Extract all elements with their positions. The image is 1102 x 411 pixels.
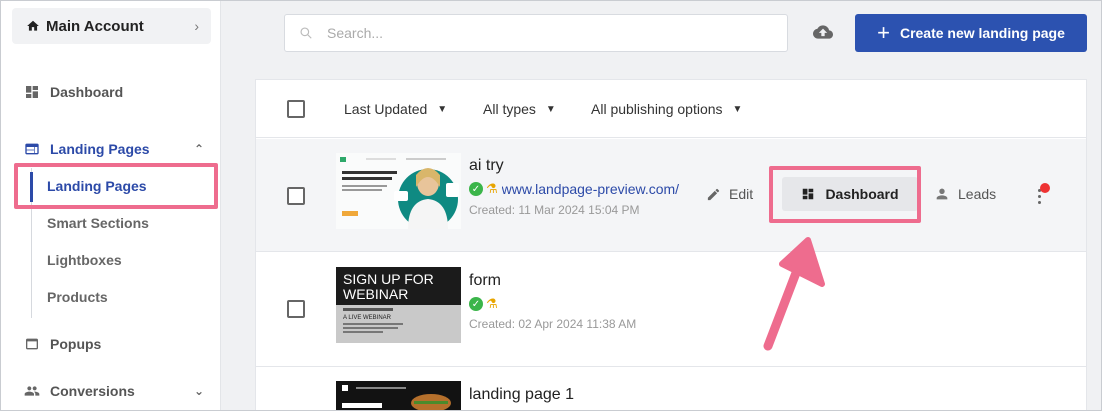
thumbnail-text-line1: SIGN UP FOR — [343, 271, 434, 287]
edit-button[interactable]: Edit — [706, 186, 753, 202]
sidebar-item-conversions[interactable]: Conversions ⌄ — [24, 383, 204, 399]
caret-down-icon: ▼ — [545, 103, 556, 115]
publishing-filter-dropdown[interactable]: All publishing options ▼ — [591, 101, 742, 117]
sidebar-item-popups[interactable]: Popups — [24, 336, 101, 352]
thumbnail-text-line2: WEBINAR — [343, 286, 408, 302]
search-icon — [300, 27, 312, 39]
create-landing-page-button[interactable]: + Create new landing page — [855, 14, 1087, 52]
account-label: Main Account — [46, 17, 144, 35]
sort-dropdown[interactable]: Last Updated ▼ — [344, 101, 447, 117]
sidebar-item-label: Landing Pages — [50, 141, 150, 157]
table-row[interactable]: SIGN UP FOR WEBINAR A LIVE WEBINAR form … — [256, 252, 1086, 367]
edit-label: Edit — [729, 186, 754, 202]
pointer-arrow-icon — [763, 237, 825, 351]
flask-icon: ⚗ — [486, 296, 498, 311]
account-switcher[interactable]: Main Account › — [12, 8, 211, 44]
published-check-icon: ✓ — [469, 182, 483, 196]
caret-down-icon: ▼ — [732, 103, 743, 115]
sidebar-item-landing-pages[interactable]: Landing Pages ⌃ — [24, 141, 204, 157]
sidebar-subitem-products[interactable]: Products — [47, 289, 108, 305]
sidebar-subitem-lightboxes[interactable]: Lightboxes — [47, 252, 122, 268]
type-filter-dropdown[interactable]: All types ▼ — [483, 101, 556, 117]
leads-label: Leads — [958, 186, 997, 202]
landing-pages-list: Last Updated ▼ All types ▼ All publishin… — [255, 79, 1087, 411]
page-title[interactable]: ai try — [469, 157, 504, 175]
row-checkbox[interactable] — [287, 187, 305, 205]
table-row[interactable]: ai try ✓ ⚗ www.landpage-preview.com/ Cre… — [256, 139, 1086, 252]
page-title[interactable]: landing page 1 — [469, 386, 574, 404]
page-thumbnail[interactable]: SIGN UP FOR WEBINAR A LIVE WEBINAR — [336, 267, 461, 343]
thumbnail-image — [336, 153, 461, 229]
created-date: Created: 02 Apr 2024 11:38 AM — [469, 317, 637, 331]
list-toolbar: Last Updated ▼ All types ▼ All publishin… — [256, 80, 1086, 138]
home-icon — [27, 20, 39, 31]
popup-icon — [26, 338, 38, 350]
page-url-link[interactable]: www.landpage-preview.com/ — [502, 181, 692, 197]
search-box[interactable] — [284, 14, 788, 52]
flask-icon: ⚗ — [486, 181, 498, 196]
sidebar-item-label: Dashboard — [50, 84, 124, 100]
publishing-filter-label: All publishing options — [591, 101, 723, 117]
type-filter-label: All types — [483, 101, 536, 117]
chevron-down-icon: ⌄ — [193, 384, 204, 398]
page-title[interactable]: form — [469, 272, 501, 290]
thumbnail-image: SIGN UP FOR WEBINAR A LIVE WEBINAR — [336, 267, 461, 343]
people-icon — [24, 386, 40, 396]
pencil-icon — [707, 188, 720, 200]
table-row[interactable]: landing page 1 — [256, 367, 1086, 411]
published-check-icon: ✓ — [469, 297, 483, 311]
sidebar-subitem-smart-sections[interactable]: Smart Sections — [47, 215, 149, 231]
chevron-up-icon: ⌃ — [193, 142, 204, 156]
notification-dot — [1040, 183, 1050, 193]
thumbnail-text-line3: A LIVE WEBINAR — [343, 315, 392, 321]
page-thumbnail[interactable] — [336, 381, 461, 411]
web-icon — [25, 143, 39, 155]
sort-label: Last Updated — [344, 101, 428, 117]
thumbnail-image — [336, 381, 461, 411]
chevron-right-icon: › — [194, 18, 199, 34]
select-all-checkbox[interactable] — [287, 100, 305, 118]
page-thumbnail[interactable] — [336, 153, 461, 229]
page-status: ✓ ⚗ www.landpage-preview.com/ — [469, 181, 692, 197]
page-status: ✓ ⚗ — [469, 296, 498, 312]
plus-icon: + — [877, 20, 890, 45]
sidebar-item-label: Conversions — [50, 383, 135, 399]
highlight-box-sidebar — [14, 163, 218, 209]
sidebar-item-label: Popups — [50, 336, 102, 352]
caret-down-icon: ▼ — [437, 103, 448, 115]
dashboard-icon — [26, 86, 38, 98]
create-button-label: Create new landing page — [899, 25, 1065, 41]
leads-button[interactable]: Leads — [934, 186, 996, 202]
cloud-upload-icon[interactable] — [813, 22, 833, 42]
person-icon — [936, 188, 948, 200]
highlight-box-dashboard — [769, 166, 921, 223]
row-checkbox[interactable] — [287, 300, 305, 318]
sidebar-item-dashboard[interactable]: Dashboard — [24, 84, 123, 100]
search-input[interactable] — [327, 25, 747, 41]
created-date: Created: 11 Mar 2024 15:04 PM — [469, 203, 640, 217]
